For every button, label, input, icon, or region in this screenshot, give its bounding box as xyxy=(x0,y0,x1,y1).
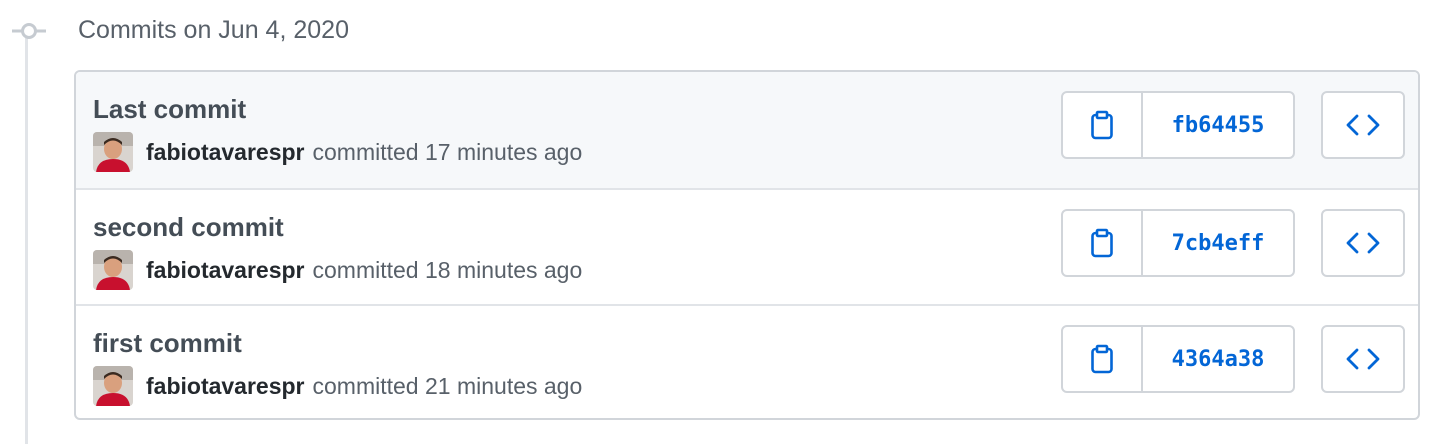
commit-row: second commit fabiotavarespr committed 1… xyxy=(76,188,1418,304)
clipboard-icon xyxy=(1091,110,1113,140)
copy-sha-button[interactable] xyxy=(1063,327,1143,391)
avatar[interactable] xyxy=(93,250,133,290)
commit-time: committed 18 minutes ago xyxy=(312,256,583,283)
sha-button-group: 4364a38 xyxy=(1061,325,1295,393)
commit-meta: fabiotavarespr committed 18 minutes ago xyxy=(93,250,582,290)
commit-time: committed 17 minutes ago xyxy=(312,138,583,165)
commit-meta: fabiotavarespr committed 17 minutes ago xyxy=(93,132,582,172)
commit-title-link[interactable]: first commit xyxy=(93,326,242,360)
commit-group-date: Commits on Jun 4, 2020 xyxy=(78,16,349,44)
commit-author-link[interactable]: fabiotavarespr xyxy=(146,139,305,166)
commit-sha-link[interactable]: fb64455 xyxy=(1143,93,1293,157)
git-commit-icon xyxy=(12,23,46,39)
commit-title-link[interactable]: Last commit xyxy=(93,92,246,126)
sha-button-group: fb64455 xyxy=(1061,91,1295,159)
code-icon xyxy=(1346,114,1380,136)
commit-row: first commit fabiotavarespr committed 21… xyxy=(76,304,1418,418)
commit-list: Last commit fabiotavarespr committed 17 … xyxy=(74,70,1420,420)
commit-author-link[interactable]: fabiotavarespr xyxy=(146,373,305,400)
clipboard-icon xyxy=(1091,228,1113,258)
sha-button-group: 7cb4eff xyxy=(1061,209,1295,277)
commit-sha-link[interactable]: 4364a38 xyxy=(1143,327,1293,391)
code-icon xyxy=(1346,232,1380,254)
browse-repo-button[interactable] xyxy=(1321,209,1405,277)
copy-sha-button[interactable] xyxy=(1063,93,1143,157)
browse-repo-button[interactable] xyxy=(1321,91,1405,159)
commit-title-link[interactable]: second commit xyxy=(93,210,284,244)
commit-time: committed 21 minutes ago xyxy=(312,372,583,399)
timeline-line xyxy=(25,38,28,444)
commit-meta: fabiotavarespr committed 21 minutes ago xyxy=(93,366,582,406)
commit-sha-link[interactable]: 7cb4eff xyxy=(1143,211,1293,275)
copy-sha-button[interactable] xyxy=(1063,211,1143,275)
avatar[interactable] xyxy=(93,366,133,406)
code-icon xyxy=(1346,348,1380,370)
browse-repo-button[interactable] xyxy=(1321,325,1405,393)
avatar[interactable] xyxy=(93,132,133,172)
clipboard-icon xyxy=(1091,344,1113,374)
commit-row: Last commit fabiotavarespr committed 17 … xyxy=(76,72,1418,188)
commit-author-link[interactable]: fabiotavarespr xyxy=(146,257,305,284)
